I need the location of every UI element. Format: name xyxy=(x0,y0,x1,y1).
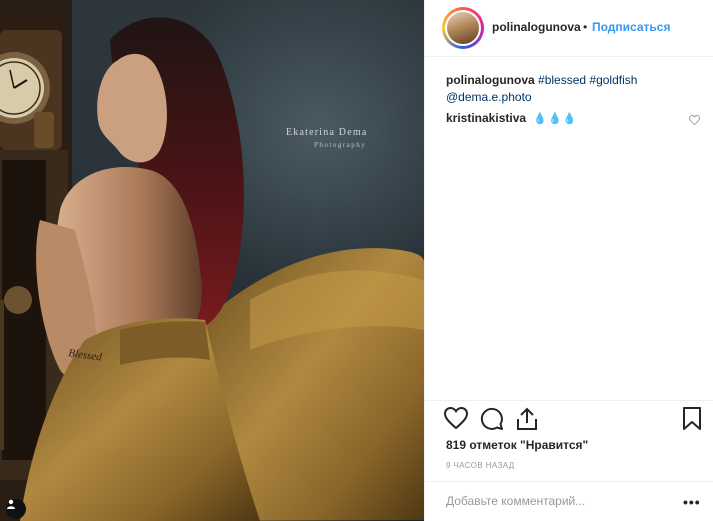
post-header: polinalogunova • Подписаться xyxy=(425,0,713,57)
action-bar xyxy=(425,400,713,437)
mention-link[interactable]: @dema.e.photo xyxy=(446,89,704,106)
comment-text: 💧💧💧 xyxy=(533,113,578,125)
follow-button[interactable]: Подписаться xyxy=(592,20,670,34)
watermark-name: Ekaterina Dema xyxy=(286,127,368,138)
heart-small-icon[interactable] xyxy=(689,112,700,130)
instagram-post: Blessed Ekaterina Dema Photography polin… xyxy=(0,0,713,521)
more-options-button[interactable]: ••• xyxy=(683,494,701,510)
caption-username[interactable]: polinalogunova xyxy=(446,73,535,87)
share-icon[interactable] xyxy=(516,407,538,436)
hashtag-link[interactable]: #goldfish xyxy=(589,73,637,87)
caption: polinalogunova #blessed #goldfish @dema.… xyxy=(446,72,704,106)
hashtag-link[interactable]: #blessed xyxy=(538,73,586,87)
photo-illustration: Blessed xyxy=(0,0,424,521)
avatar-story-ring[interactable] xyxy=(442,7,484,49)
post-timestamp[interactable]: 9 ЧАСОВ НАЗАД xyxy=(446,461,515,470)
comment-username[interactable]: kristinakistiva xyxy=(446,111,526,125)
add-comment-bar: ••• xyxy=(425,481,713,521)
comment-item: kristinakistiva 💧💧💧 xyxy=(446,111,704,125)
post-side-panel: polinalogunova • Подписаться polinalogun… xyxy=(424,0,713,521)
avatar[interactable] xyxy=(445,10,481,46)
user-tag-icon[interactable] xyxy=(6,499,26,519)
bookmark-icon[interactable] xyxy=(683,407,701,436)
separator-dot: • xyxy=(583,20,588,34)
comment-input[interactable] xyxy=(446,494,666,508)
watermark-subtitle: Photography xyxy=(314,141,367,149)
comment-bubble-icon[interactable] xyxy=(480,407,504,436)
post-photo[interactable]: Blessed Ekaterina Dema Photography xyxy=(0,0,424,521)
likes-count[interactable]: 819 отметок "Нравится" xyxy=(446,438,588,452)
heart-icon[interactable] xyxy=(443,406,469,434)
header-username[interactable]: polinalogunova xyxy=(492,20,581,34)
